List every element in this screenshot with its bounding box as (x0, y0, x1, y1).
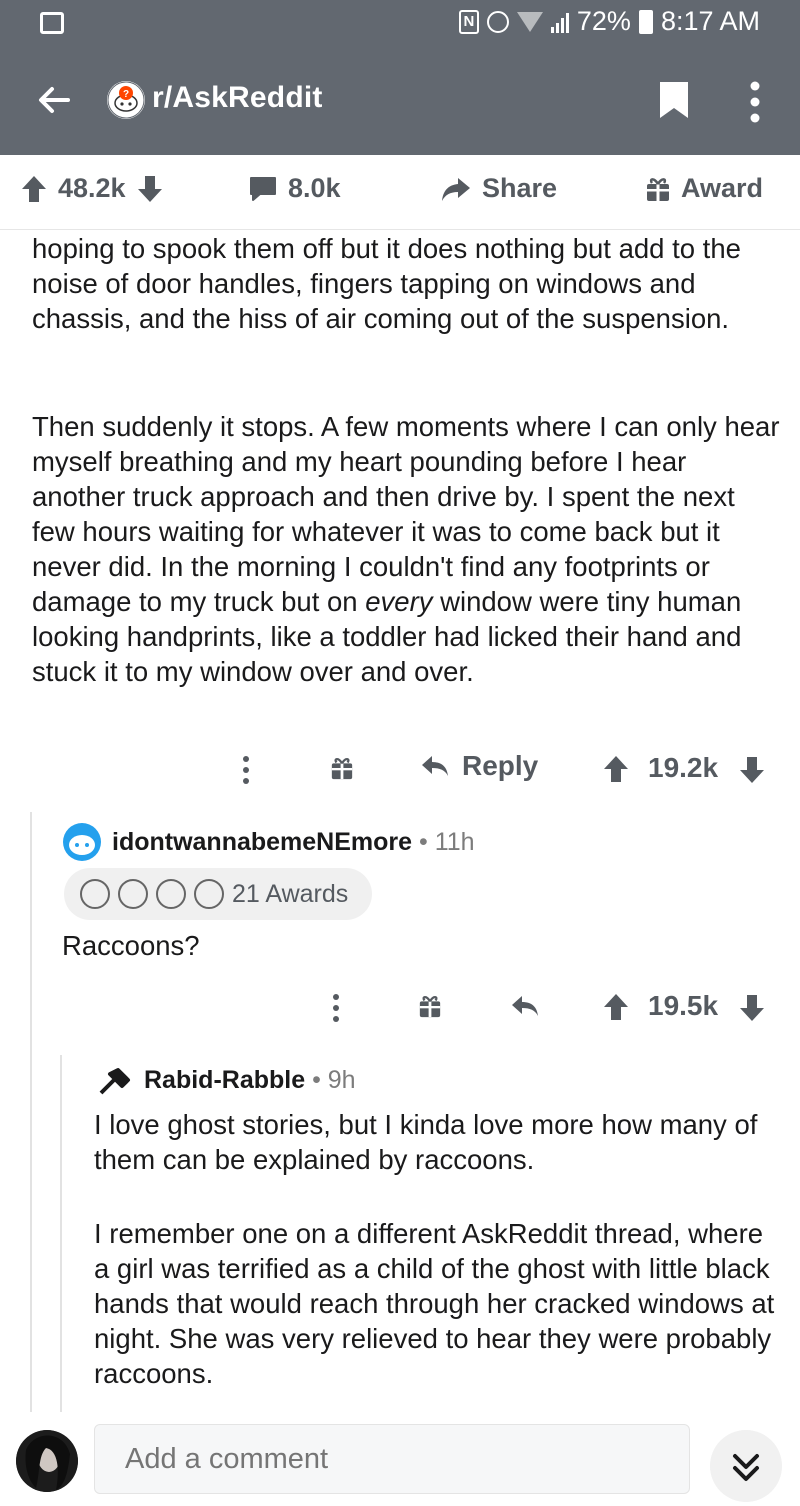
comment-paragraph-1: hoping to spook them off but it does not… (32, 233, 741, 334)
current-user-avatar[interactable] (16, 1430, 78, 1492)
awards-count: 21 Awards (232, 879, 349, 908)
comment-action-row: Reply 19.2k (240, 750, 780, 790)
comment-age: 11h (434, 828, 475, 856)
share-label: Share (482, 173, 558, 203)
user-avatar[interactable] (62, 822, 102, 862)
notification-icon (40, 12, 64, 34)
battery-percent: 72% (576, 6, 631, 36)
svg-text:?: ? (123, 89, 129, 100)
downvote-icon[interactable] (738, 993, 766, 1023)
vote-group: 48.2k (20, 173, 164, 204)
emphasized-word: every (365, 586, 433, 617)
more-options-icon[interactable] (240, 754, 252, 786)
awards-pill[interactable]: 21 Awards (64, 868, 372, 920)
upvote-icon[interactable] (602, 754, 630, 784)
reply-arrow-icon (422, 756, 448, 776)
status-bar: N 72% 8:17 AM (0, 0, 800, 48)
signal-icon (550, 11, 569, 33)
award-gift-icon[interactable] (330, 755, 354, 781)
comment-score: 19.2k (648, 752, 719, 783)
comment-action-row: 19.5k (330, 988, 780, 1028)
alarm-icon (486, 10, 509, 33)
subreddit-avatar[interactable]: ? (107, 81, 145, 119)
reply-button[interactable]: Reply (420, 750, 538, 782)
comment-paragraph-2: Then suddenly it stops. A few moments wh… (32, 411, 780, 687)
username[interactable]: Rabid-Rabble (144, 1066, 305, 1094)
upvote-icon[interactable] (20, 174, 48, 204)
username[interactable]: idontwannabemeNEmore (112, 828, 412, 856)
expand-chevron-icon[interactable] (710, 1430, 782, 1502)
gift-icon (647, 177, 669, 201)
back-arrow-icon[interactable] (34, 80, 74, 120)
thread-line[interactable] (30, 812, 32, 1412)
more-options-icon[interactable] (748, 80, 762, 124)
more-options-icon[interactable] (330, 992, 342, 1024)
app-bar: ? r/AskReddit (0, 48, 800, 155)
comment-paragraph-2: I remember one on a different AskReddit … (94, 1218, 775, 1389)
award-label: Award (681, 173, 764, 203)
comment-age: 9h (327, 1066, 356, 1094)
award-icon (80, 879, 110, 909)
comment-bar (0, 1412, 800, 1506)
comments-button[interactable]: 8.0k (248, 173, 341, 204)
clock: 8:17 AM (660, 6, 760, 36)
award-icon (118, 879, 148, 909)
post-action-bar: 48.2k 8.0k Share Award (0, 155, 800, 230)
share-arrow-icon (442, 177, 470, 201)
downvote-icon[interactable] (136, 174, 164, 204)
wifi-icon (516, 11, 543, 32)
battery-icon (638, 9, 653, 34)
comment-score: 19.5k (648, 990, 719, 1021)
thread-line[interactable] (60, 1055, 62, 1412)
downvote-icon[interactable] (738, 755, 766, 785)
award-gift-icon[interactable] (418, 993, 442, 1019)
bookmark-icon[interactable] (658, 80, 690, 120)
post-score: 48.2k (58, 173, 126, 203)
comment-bubble-icon (250, 176, 276, 201)
share-button[interactable]: Share (440, 173, 557, 204)
reply-arrow-icon[interactable] (510, 993, 540, 1019)
comment-input[interactable] (94, 1424, 690, 1494)
award-icon (156, 879, 186, 909)
reply-label: Reply (462, 750, 539, 781)
silver-award-icon (194, 879, 224, 909)
user-avatar-icon[interactable] (98, 1066, 132, 1096)
comment-count: 8.0k (288, 173, 341, 203)
subreddit-title[interactable]: r/AskReddit (152, 81, 323, 115)
upvote-icon[interactable] (602, 992, 630, 1022)
comment-author-line: idontwannabemeNEmore • 11h (112, 828, 475, 856)
comment-paragraph-1: I love ghost stories, but I kinda love m… (94, 1109, 758, 1175)
nfc-icon: N (458, 9, 479, 34)
comment-text: Raccoons? (62, 930, 200, 961)
comment-author-line: Rabid-Rabble • 9h (144, 1066, 356, 1094)
award-button[interactable]: Award (645, 173, 763, 204)
